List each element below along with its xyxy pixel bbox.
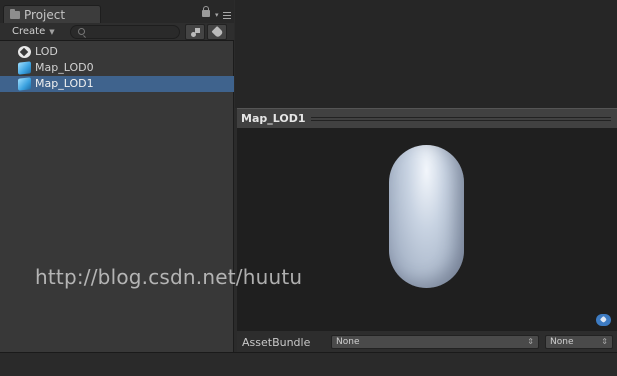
list-item-label: LOD bbox=[35, 45, 58, 58]
asset-bundle-variant-value: None bbox=[550, 337, 574, 347]
unity-editor-window: Project ▾ Create ▼ LOD Map_LOD0 Map_LOD1… bbox=[0, 0, 617, 376]
preview-viewport[interactable] bbox=[237, 128, 617, 331]
shapes-icon bbox=[191, 28, 200, 37]
tab-project[interactable]: Project bbox=[3, 5, 101, 24]
asset-bundle-name-dropdown[interactable]: None ⇕ bbox=[331, 335, 539, 349]
lock-icon[interactable] bbox=[202, 6, 210, 17]
bottom-bar bbox=[0, 352, 617, 376]
asset-bundle-variant-dropdown[interactable]: None ⇕ bbox=[545, 335, 613, 349]
prefab-cube-icon bbox=[18, 77, 31, 91]
prefab-cube-icon bbox=[18, 61, 31, 75]
asset-bundle-bar: AssetBundle None ⇕ None ⇕ bbox=[237, 331, 617, 352]
tab-project-label: Project bbox=[24, 8, 66, 22]
folder-icon bbox=[10, 9, 20, 19]
project-tab-bar: Project ▾ bbox=[0, 0, 234, 24]
preview-title: Map_LOD1 bbox=[241, 112, 306, 125]
create-button[interactable]: Create ▼ bbox=[12, 25, 55, 39]
preview-header[interactable]: Map_LOD1 bbox=[237, 108, 617, 128]
scene-view-area bbox=[235, 0, 617, 108]
list-item-label: Map_LOD0 bbox=[35, 61, 94, 74]
panel-menu-icon[interactable]: ▾ bbox=[215, 9, 231, 21]
tag-icon bbox=[211, 25, 224, 39]
asset-bundle-name-value: None bbox=[336, 337, 360, 347]
asset-list: LOD Map_LOD0 Map_LOD1 bbox=[0, 44, 234, 92]
unity-scene-icon bbox=[18, 46, 31, 58]
list-item[interactable]: Map_LOD1 bbox=[0, 76, 234, 92]
search-input[interactable] bbox=[70, 25, 180, 39]
watermark-text: http://blog.csdn.net/huutu bbox=[35, 265, 303, 289]
asset-labels-icon[interactable] bbox=[596, 314, 611, 326]
dropdown-arrow-icon: ▼ bbox=[49, 28, 55, 36]
capsule-mesh-preview bbox=[389, 145, 464, 288]
list-item[interactable]: Map_LOD0 bbox=[0, 60, 234, 76]
project-panel: Project ▾ Create ▼ LOD Map_LOD0 Map_LOD1 bbox=[0, 0, 234, 352]
list-item-label: Map_LOD1 bbox=[35, 77, 94, 90]
search-icon bbox=[78, 28, 85, 35]
drag-grip[interactable] bbox=[311, 117, 611, 121]
search-by-type-button[interactable] bbox=[185, 24, 205, 40]
asset-bundle-label: AssetBundle bbox=[242, 336, 311, 349]
dropdown-arrows-icon: ⇕ bbox=[527, 337, 534, 346]
list-item[interactable]: LOD bbox=[0, 44, 234, 60]
search-by-label-button[interactable] bbox=[207, 24, 227, 40]
project-toolbar: Create ▼ bbox=[0, 23, 234, 41]
create-label: Create bbox=[12, 26, 46, 37]
dropdown-arrows-icon: ⇕ bbox=[601, 337, 608, 346]
